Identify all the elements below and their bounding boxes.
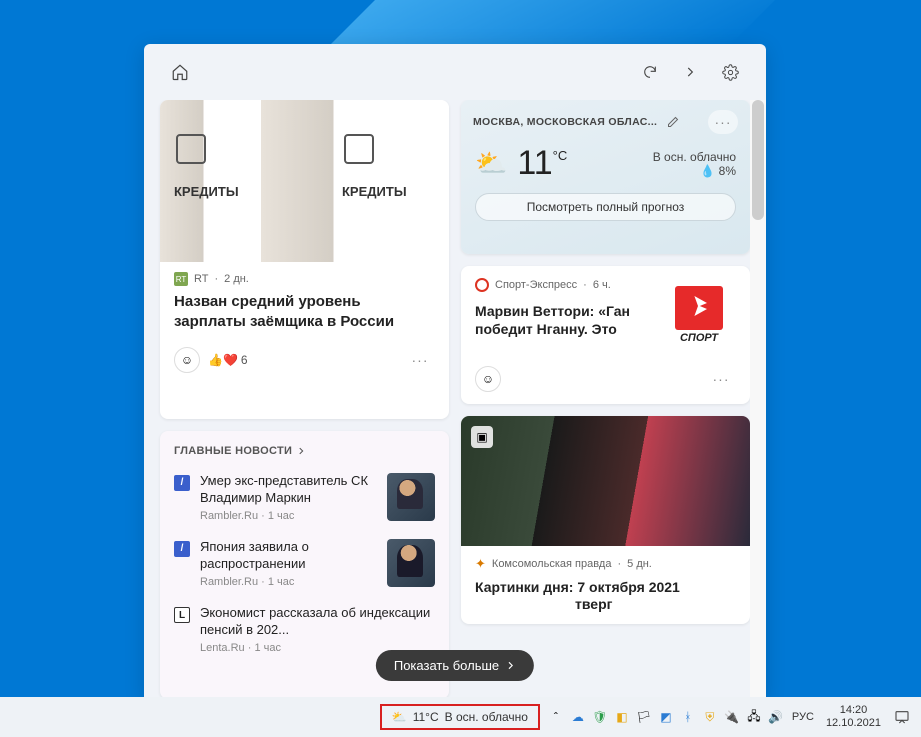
taskbar-condition: В осн. облачно — [445, 710, 528, 724]
weather-card[interactable]: МОСКВА, МОСКОВСКАЯ ОБЛАС... ··· ⛅ 11°C В… — [461, 100, 750, 254]
taskbar-weather[interactable]: ⛅ 11°C В осн. облачно — [380, 704, 540, 730]
source-icon: / — [174, 475, 190, 491]
gallery-icon: ▣ — [471, 426, 493, 448]
source-badge: RT — [174, 272, 188, 286]
headline-title: Экономист рассказала об индексации пенси… — [200, 605, 435, 639]
weather-icon: ⛅ — [475, 148, 507, 179]
more-button[interactable]: ··· — [405, 348, 435, 372]
weather-location: МОСКВА, МОСКОВСКАЯ ОБЛАС... — [473, 116, 657, 128]
source-name: Спорт-Экспресс — [495, 279, 577, 291]
source-name: Комсомольская правда — [492, 558, 612, 570]
headline-meta: Rambler.Ru · 1 час — [200, 575, 377, 589]
headline-thumbnail — [387, 539, 435, 587]
source-badge: ✦ — [475, 556, 486, 572]
image-subtitle: тверг — [575, 596, 736, 612]
language-indicator[interactable]: РУС — [786, 711, 820, 723]
headlines-header[interactable]: ГЛАВНЫЕ НОВОСТИ — [160, 431, 449, 467]
image-time: 5 дн. — [627, 558, 652, 570]
network-icon[interactable]: 🖧 — [744, 707, 764, 727]
headline-thumbnail — [387, 473, 435, 521]
show-more-button[interactable]: Показать больше — [376, 650, 534, 681]
edit-location-button[interactable] — [663, 112, 683, 132]
headline-meta: Rambler.Ru · 1 час — [200, 509, 377, 523]
headline-title: Умер экс-представитель СК Владимир Марки… — [200, 473, 377, 507]
action-center-button[interactable] — [891, 706, 913, 728]
react-button[interactable]: ☺ — [475, 366, 501, 392]
onedrive-icon[interactable]: ☁ — [568, 707, 588, 727]
source-icon: L — [174, 607, 190, 623]
tray-chevron-icon[interactable]: ˆ — [546, 707, 566, 727]
volume-icon[interactable]: 🔊 — [766, 707, 786, 727]
headline-item[interactable]: / Япония заявила о распространении Rambl… — [160, 533, 449, 599]
headline-item[interactable]: / Умер экс-представитель СК Владимир Мар… — [160, 467, 449, 533]
sport-logo: СПОРТ — [662, 278, 736, 352]
flag-icon[interactable]: 🏳 — [634, 707, 654, 727]
headline-title: Япония заявила о распространении — [200, 539, 377, 573]
taskbar-date: 12.10.2021 — [826, 717, 881, 730]
taskbar-time: 14:20 — [826, 704, 881, 717]
taskbar-clock[interactable]: 14:20 12.10.2021 — [820, 704, 887, 730]
defender-icon[interactable]: ⛨ — [700, 707, 720, 727]
image-title: Картинки дня: 7 октября 2021 — [475, 578, 736, 596]
widget-header — [144, 44, 766, 100]
scrollbar[interactable] — [750, 100, 766, 699]
taskbar: ⛅ 11°C В осн. облачно ˆ ☁ 🛡 ◧ 🏳 ◩ ᚼ ⛨ 🔌 … — [0, 697, 921, 737]
image-text: КРЕДИТЫ — [174, 184, 239, 199]
news-widget-panel: КРЕДИТЫ КРЕДИТЫ RT RT · 2 дн. Назван сре… — [144, 44, 766, 699]
weather-icon: ⛅ — [392, 710, 407, 724]
sport-time: 6 ч. — [593, 279, 611, 291]
weather-condition: В осн. облачно — [653, 150, 736, 164]
source-badge — [475, 278, 489, 292]
settings-button[interactable] — [714, 56, 746, 88]
bluetooth-icon[interactable]: ᚼ — [678, 707, 698, 727]
forward-button[interactable] — [674, 56, 706, 88]
system-tray: ˆ ☁ 🛡 ◧ 🏳 ◩ ᚼ ⛨ 🔌 🖧 🔊 — [546, 707, 786, 727]
app-icon[interactable]: ◩ — [656, 707, 676, 727]
news-card[interactable]: КРЕДИТЫ КРЕДИТЫ RT RT · 2 дн. Назван сре… — [160, 100, 449, 419]
sport-title: Марвин Веттори: «Ган победит Нганну. Это — [475, 302, 652, 338]
source-name: RT — [194, 273, 208, 285]
weather-temperature: 11°C — [517, 144, 567, 183]
news-time: 2 дн. — [224, 273, 249, 285]
scrollbar-thumb[interactable] — [752, 100, 764, 220]
more-button[interactable]: ··· — [706, 367, 736, 391]
battery-icon[interactable]: 🔌 — [722, 707, 742, 727]
news-source-row: RT RT · 2 дн. — [174, 272, 435, 286]
image-text: КРЕДИТЫ — [342, 184, 407, 199]
source-icon: / — [174, 541, 190, 557]
refresh-button[interactable] — [634, 56, 666, 88]
gallery-image: ▣ — [461, 416, 750, 546]
image-news-card[interactable]: ▣ ✦ Комсомольская правда · 5 дн. Картинк… — [461, 416, 750, 624]
news-title: Назван средний уровень зарплаты заёмщика… — [174, 292, 435, 331]
image-source-row: ✦ Комсомольская правда · 5 дн. — [475, 556, 736, 572]
reaction-count: 👍❤️6 — [208, 353, 248, 367]
weather-more-button[interactable]: ··· — [708, 110, 738, 134]
app-icon[interactable]: ◧ — [612, 707, 632, 727]
news-image: КРЕДИТЫ КРЕДИТЫ — [160, 100, 449, 262]
sport-source-row: Спорт-Экспресс · 6 ч. — [475, 278, 652, 292]
home-button[interactable] — [164, 56, 196, 88]
full-forecast-button[interactable]: Посмотреть полный прогноз — [475, 193, 736, 221]
security-icon[interactable]: 🛡 — [590, 707, 610, 727]
sport-card[interactable]: Спорт-Экспресс · 6 ч. Марвин Веттори: «Г… — [461, 266, 750, 404]
weather-precip: 💧 8% — [653, 164, 736, 178]
react-button[interactable]: ☺ — [174, 347, 200, 373]
taskbar-temp: 11°C — [413, 710, 439, 724]
